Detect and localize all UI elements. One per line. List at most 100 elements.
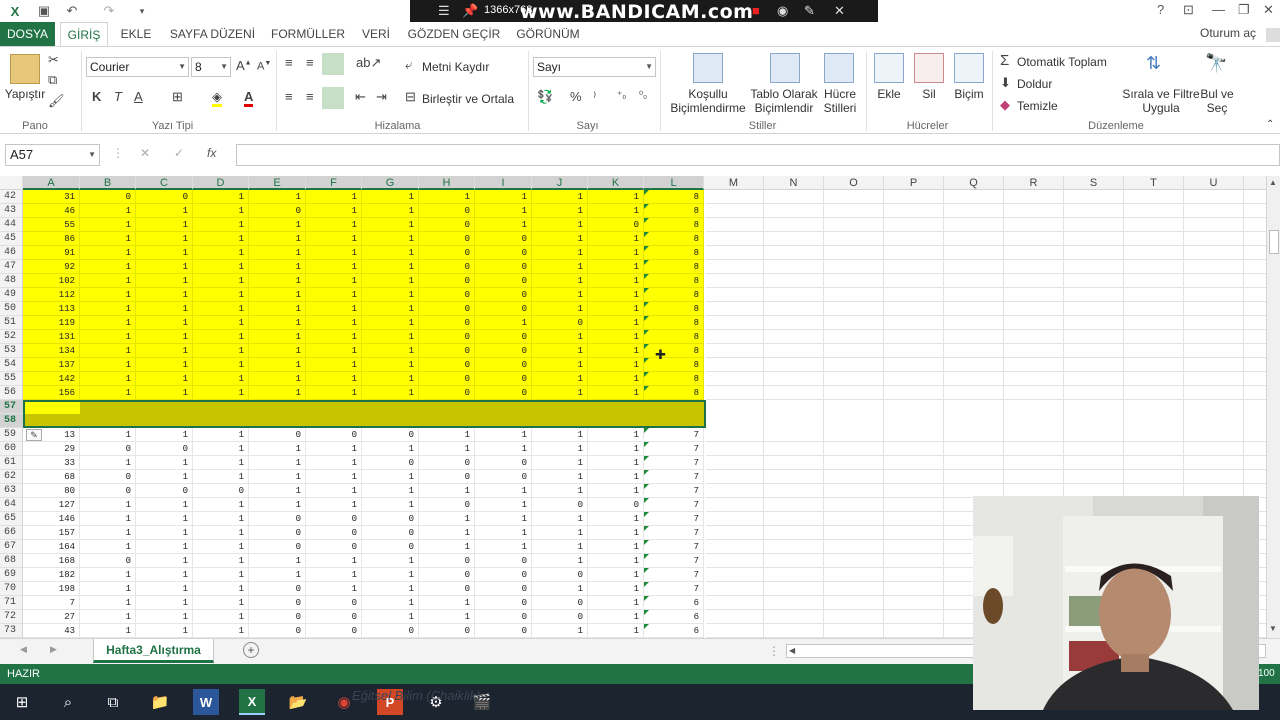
cell-j[interactable]: 1 xyxy=(532,260,588,274)
word-icon[interactable]: W xyxy=(193,689,219,715)
cell-a[interactable]: 31 xyxy=(23,190,80,204)
tab-insert[interactable]: EKLE xyxy=(115,22,157,46)
column-header-k[interactable]: K xyxy=(588,176,644,190)
selected-range[interactable] xyxy=(23,400,706,428)
cell-d[interactable]: 1 xyxy=(193,190,249,204)
folder-icon[interactable]: 📂 xyxy=(285,689,311,715)
bold-icon[interactable]: K xyxy=(92,89,101,104)
row-header[interactable]: 56 xyxy=(0,386,23,400)
cell-f[interactable]: 1 xyxy=(306,498,362,512)
cell-l[interactable]: 7 xyxy=(644,498,704,512)
conditional-format-label-1[interactable]: Koşullu xyxy=(664,87,752,101)
cell-c[interactable]: 1 xyxy=(136,246,193,260)
cell-k[interactable]: 1 xyxy=(588,624,644,638)
cell-k[interactable]: 1 xyxy=(588,232,644,246)
cell-k[interactable]: 1 xyxy=(588,190,644,204)
cell-a[interactable]: 68 xyxy=(23,470,80,484)
tab-formulas[interactable]: FORMÜLLER xyxy=(268,22,348,46)
cell-l[interactable]: 6 xyxy=(644,596,704,610)
cell-c[interactable]: 1 xyxy=(136,568,193,582)
excel-icon[interactable]: X xyxy=(239,689,265,715)
cell-e[interactable]: 1 xyxy=(249,316,306,330)
cell-i[interactable]: 1 xyxy=(475,218,532,232)
cell-e[interactable]: 1 xyxy=(249,260,306,274)
align-right-icon[interactable] xyxy=(322,87,344,109)
cell-e[interactable]: 1 xyxy=(249,288,306,302)
cell-c[interactable]: 1 xyxy=(136,372,193,386)
cell-b[interactable]: 1 xyxy=(80,260,136,274)
merge-icon[interactable]: ⊟ xyxy=(405,89,416,105)
cell-f[interactable]: 1 xyxy=(306,582,362,596)
cell-i[interactable]: 0 xyxy=(475,624,532,638)
cell-l[interactable]: 8 xyxy=(644,218,704,232)
cell-e[interactable]: 1 xyxy=(249,470,306,484)
cell-j[interactable]: 1 xyxy=(532,554,588,568)
wrap-text-icon[interactable]: ⤶ xyxy=(405,57,412,73)
cell-g[interactable]: 1 xyxy=(362,344,419,358)
borders-icon[interactable]: ⊞ xyxy=(172,89,183,105)
sort-filter-icon[interactable]: ⇅ xyxy=(1146,53,1161,74)
cell-h[interactable]: 0 xyxy=(419,246,475,260)
zoom-level[interactable]: 100 xyxy=(1258,664,1275,684)
cell-b[interactable]: 1 xyxy=(80,498,136,512)
sign-in-link[interactable]: Oturum aç xyxy=(1200,26,1256,40)
cell-c[interactable]: 0 xyxy=(136,442,193,456)
cell-d[interactable]: 1 xyxy=(193,218,249,232)
increase-font-icon[interactable]: A▲ xyxy=(236,58,252,73)
row-header[interactable]: 63 xyxy=(0,484,23,498)
cell-a[interactable]: 29 xyxy=(23,442,80,456)
cell-i[interactable]: 0 xyxy=(475,582,532,596)
cell-a[interactable]: 119 xyxy=(23,316,80,330)
cell-h[interactable]: 0 xyxy=(419,218,475,232)
sort-filter-label-2[interactable]: Uygula xyxy=(1122,101,1200,115)
minimize-icon[interactable]: — xyxy=(1212,2,1225,17)
clear-button[interactable]: Temizle xyxy=(1017,99,1058,113)
cell-c[interactable]: 1 xyxy=(136,316,193,330)
cell-i[interactable]: 0 xyxy=(475,554,532,568)
row-header[interactable]: 60 xyxy=(0,442,23,456)
cell-h[interactable]: 0 xyxy=(419,624,475,638)
cell-l[interactable]: 8 xyxy=(644,288,704,302)
row-header[interactable]: 52 xyxy=(0,330,23,344)
cell-d[interactable]: 1 xyxy=(193,428,249,442)
row-header[interactable]: 65 xyxy=(0,512,23,526)
cell-e[interactable]: 1 xyxy=(249,456,306,470)
row-header[interactable]: 48 xyxy=(0,274,23,288)
align-top-icon[interactable]: ≡ xyxy=(285,55,293,70)
cell-g[interactable]: 0 xyxy=(362,456,419,470)
cell-j[interactable]: 0 xyxy=(532,596,588,610)
cell-e[interactable]: 0 xyxy=(249,610,306,624)
cell-j[interactable]: 1 xyxy=(532,302,588,316)
cell-e[interactable]: 0 xyxy=(249,204,306,218)
copy-icon[interactable]: ⧉ xyxy=(48,72,57,88)
cell-a[interactable]: 156 xyxy=(23,386,80,400)
cell-g[interactable]: 1 xyxy=(362,246,419,260)
help-icon[interactable]: ? xyxy=(1157,2,1164,17)
cell-l[interactable]: 8 xyxy=(644,358,704,372)
decrease-indent-icon[interactable]: ⇤ xyxy=(355,89,366,105)
cell-a[interactable]: 198 xyxy=(23,582,80,596)
cell-l[interactable]: 6 xyxy=(644,624,704,638)
row-header[interactable]: 45 xyxy=(0,232,23,246)
cell-c[interactable]: 1 xyxy=(136,456,193,470)
cell-i[interactable]: 0 xyxy=(475,246,532,260)
cell-c[interactable]: 0 xyxy=(136,484,193,498)
comma-icon[interactable]: ⁾ xyxy=(593,89,596,105)
italic-icon[interactable]: T xyxy=(114,89,122,104)
row-header[interactable]: 44 xyxy=(0,218,23,232)
row-header[interactable]: 43 xyxy=(0,204,23,218)
cell-e[interactable]: 1 xyxy=(249,386,306,400)
cell-i[interactable]: 1 xyxy=(475,498,532,512)
cell-h[interactable]: 0 xyxy=(419,232,475,246)
cell-j[interactable]: 1 xyxy=(532,344,588,358)
cell-b[interactable]: 1 xyxy=(80,582,136,596)
cell-i[interactable]: 0 xyxy=(475,596,532,610)
column-header-q[interactable]: Q xyxy=(944,176,1004,190)
cell-k[interactable]: 1 xyxy=(588,302,644,316)
cell-l[interactable]: 7 xyxy=(644,456,704,470)
tab-data[interactable]: VERİ xyxy=(356,22,396,46)
row-header[interactable]: 66 xyxy=(0,526,23,540)
column-header-h[interactable]: H xyxy=(419,176,475,190)
font-color-icon[interactable]: A xyxy=(244,89,254,107)
cell-k[interactable]: 1 xyxy=(588,596,644,610)
